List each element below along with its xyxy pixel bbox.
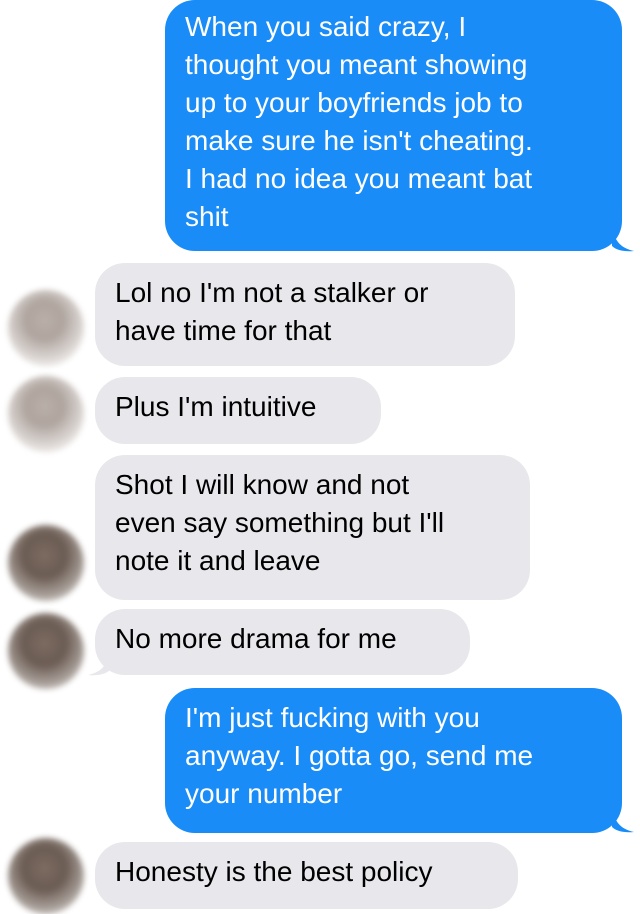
- incoming-message-bubble[interactable]: Shot I will know and not even say someth…: [95, 455, 530, 600]
- message-thread: When you said crazy, I thought you meant…: [0, 0, 640, 914]
- incoming-message-bubble[interactable]: No more drama for me: [95, 609, 470, 675]
- incoming-message-bubble[interactable]: Lol no I'm not a stalker or have time fo…: [95, 263, 515, 366]
- incoming-bubble-tail-icon: [88, 650, 110, 676]
- outgoing-bubble-tail-icon: [612, 807, 634, 833]
- contact-avatar[interactable]: [8, 613, 84, 689]
- contact-avatar[interactable]: [8, 838, 84, 914]
- outgoing-message-bubble[interactable]: I'm just fucking with you anyway. I gott…: [165, 688, 622, 833]
- contact-avatar[interactable]: [8, 376, 84, 452]
- outgoing-bubble-tail-icon: [612, 226, 634, 252]
- incoming-message-bubble[interactable]: Plus I'm intuitive: [95, 377, 381, 444]
- incoming-message-bubble[interactable]: Honesty is the best policy: [95, 842, 518, 909]
- contact-avatar[interactable]: [8, 290, 84, 366]
- contact-avatar[interactable]: [8, 525, 84, 601]
- outgoing-message-bubble[interactable]: When you said crazy, I thought you meant…: [165, 0, 622, 251]
